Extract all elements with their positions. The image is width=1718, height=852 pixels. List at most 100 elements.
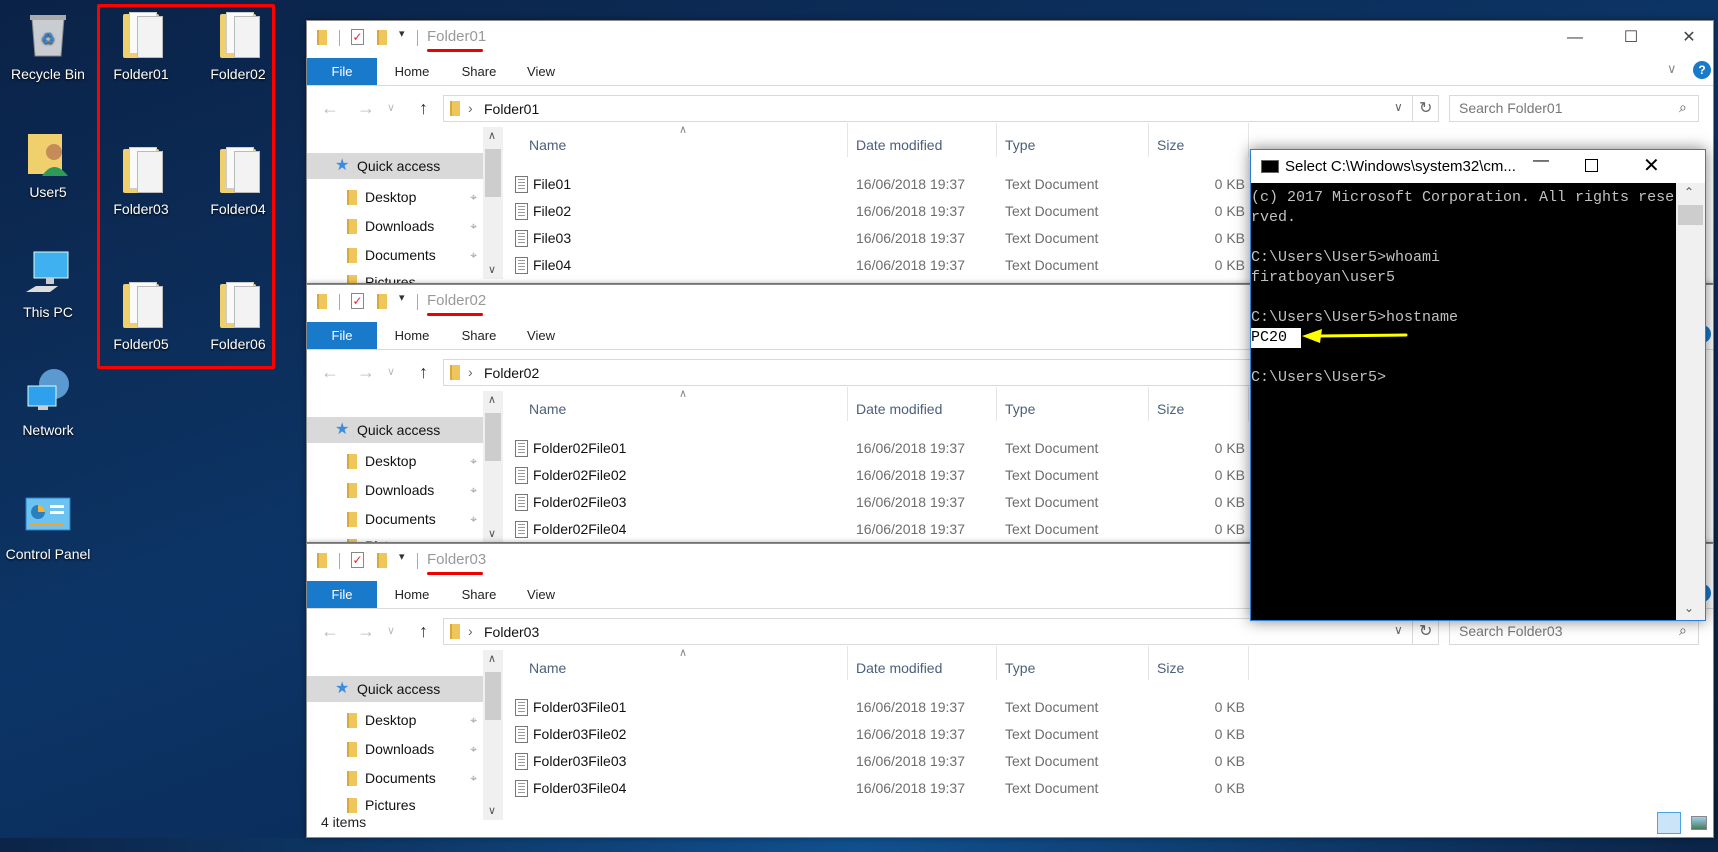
scroll-up-icon[interactable]: ∧ <box>488 129 496 142</box>
cmd-title-bar[interactable]: Select C:\Windows\system32\cm... — ✕ <box>1251 150 1705 183</box>
scroll-thumb[interactable] <box>485 413 501 461</box>
column-separator[interactable] <box>1148 387 1149 421</box>
column-header-name[interactable]: Name <box>529 401 566 417</box>
properties-icon[interactable]: ✓ <box>351 552 364 568</box>
column-separator[interactable] <box>996 123 997 157</box>
file-row[interactable]: Folder03File03 16/06/2018 19:37 Text Docum… <box>503 749 1263 774</box>
properties-icon[interactable]: ✓ <box>351 293 364 309</box>
desktop-icon-network[interactable]: Network <box>0 366 96 438</box>
nav-scrollbar[interactable]: ∧ ∨ <box>483 127 503 279</box>
file-row[interactable]: Folder03File02 16/06/2018 19:37 Text Docum… <box>503 722 1263 747</box>
column-separator[interactable] <box>1248 123 1249 157</box>
scroll-down-icon[interactable]: ∨ <box>488 263 496 276</box>
scroll-up-icon[interactable]: ⌃ <box>1684 185 1694 199</box>
column-header-size[interactable]: Size <box>1157 401 1184 417</box>
navigation-pane[interactable]: ★ Quick access ⌖ Desktop ⌖ Downloads ⌖ Document… <box>307 391 483 542</box>
file-row[interactable]: File01 16/06/2018 19:37 Text Document 0 KB <box>503 172 1263 197</box>
nav-item-pictures[interactable]: Pictures <box>307 533 483 542</box>
up-button[interactable]: ↑ <box>419 95 428 121</box>
maximize-button[interactable]: ☐ <box>1611 25 1651 51</box>
column-header-name[interactable]: Name <box>529 137 566 153</box>
nav-item-quick-access[interactable]: ★ Quick access <box>307 417 483 443</box>
new-folder-icon[interactable] <box>377 30 387 45</box>
column-separator[interactable] <box>847 387 848 421</box>
nav-item-desktop[interactable]: ⌖ Desktop <box>307 448 483 474</box>
column-header-type[interactable]: Type <box>1005 137 1035 153</box>
column-separator[interactable] <box>1148 123 1149 157</box>
nav-item-downloads[interactable]: ⌖ Downloads <box>307 213 483 239</box>
cmd-window[interactable]: Select C:\Windows\system32\cm... — ✕ (c)… <box>1250 149 1706 621</box>
file-row[interactable]: File03 16/06/2018 19:37 Text Document 0 KB <box>503 226 1263 251</box>
details-view-button[interactable] <box>1657 812 1681 834</box>
pin-icon[interactable]: ⌖ <box>470 506 477 532</box>
tab-view[interactable]: View <box>511 322 571 349</box>
back-button[interactable]: ← <box>321 618 339 644</box>
minimize-button[interactable]: — <box>1555 25 1595 51</box>
column-header-name[interactable]: Name <box>529 660 566 676</box>
file-row[interactable]: Folder03File01 16/06/2018 19:37 Text Docum… <box>503 695 1263 720</box>
navigation-pane[interactable]: ★ Quick access ⌖ Desktop ⌖ Downloads ⌖ Document… <box>307 650 483 813</box>
customize-qat-icon[interactable]: ▾ <box>399 291 405 304</box>
search-icon[interactable]: ⌕ <box>1679 99 1687 116</box>
nav-item-pictures[interactable]: Pictures <box>307 269 483 283</box>
recent-locations-button[interactable]: ∨ <box>387 95 395 121</box>
tab-home[interactable]: Home <box>382 581 442 608</box>
pin-icon[interactable]: ⌖ <box>470 242 477 268</box>
column-separator[interactable] <box>847 123 848 157</box>
nav-scrollbar[interactable]: ∧ ∨ <box>483 391 503 542</box>
refresh-icon[interactable]: ↻ <box>1419 621 1432 641</box>
nav-item-desktop[interactable]: ⌖ Desktop <box>307 184 483 210</box>
file-row[interactable]: Folder02File01 16/06/2018 19:37 Text Docum… <box>503 436 1263 461</box>
up-button[interactable]: ↑ <box>419 359 428 385</box>
search-box[interactable]: Search Folder01 <box>1449 95 1699 122</box>
tab-share[interactable]: Share <box>449 581 509 608</box>
column-header-size[interactable]: Size <box>1157 660 1184 676</box>
tab-view[interactable]: View <box>511 58 571 85</box>
scroll-thumb[interactable] <box>485 149 501 197</box>
tab-file[interactable]: File <box>307 322 377 349</box>
file-row[interactable]: Folder02File02 16/06/2018 19:37 Text Docum… <box>503 463 1263 488</box>
scroll-up-icon[interactable]: ∧ <box>488 393 496 406</box>
tab-file[interactable]: File <box>307 581 377 608</box>
minimize-button[interactable]: — <box>1523 152 1559 170</box>
column-separator[interactable] <box>847 646 848 680</box>
file-row[interactable]: File04 16/06/2018 19:37 Text Document 0 KB <box>503 253 1263 278</box>
file-row[interactable]: Folder02File03 16/06/2018 19:37 Text Docum… <box>503 490 1263 515</box>
search-box[interactable]: Search Folder03 <box>1449 618 1699 645</box>
maximize-button[interactable] <box>1585 159 1598 172</box>
nav-item-downloads[interactable]: ⌖ Downloads <box>307 477 483 503</box>
tab-share[interactable]: Share <box>449 322 509 349</box>
column-separator[interactable] <box>996 646 997 680</box>
tab-file[interactable]: File <box>307 58 377 85</box>
help-icon[interactable]: ? <box>1693 61 1711 79</box>
column-separator[interactable] <box>1248 387 1249 421</box>
close-button[interactable]: ✕ <box>1669 25 1709 51</box>
recent-locations-button[interactable]: ∨ <box>387 618 395 644</box>
new-folder-icon[interactable] <box>377 553 387 568</box>
pin-icon[interactable]: ⌖ <box>470 477 477 503</box>
scroll-thumb[interactable] <box>1678 205 1703 225</box>
nav-item-quick-access[interactable]: ★ Quick access <box>307 676 483 702</box>
close-button[interactable]: ✕ <box>1643 153 1660 178</box>
back-button[interactable]: ← <box>321 359 339 385</box>
scroll-up-icon[interactable]: ∧ <box>488 652 496 665</box>
tab-view[interactable]: View <box>511 581 571 608</box>
scroll-down-icon[interactable]: ⌄ <box>1684 601 1694 615</box>
cmd-scrollbar[interactable]: ⌃ ⌄ <box>1676 183 1705 620</box>
column-separator[interactable] <box>996 387 997 421</box>
scroll-thumb[interactable] <box>485 672 501 720</box>
large-icons-view-button[interactable] <box>1691 816 1707 830</box>
pin-icon[interactable]: ⌖ <box>470 213 477 239</box>
collapse-ribbon-icon[interactable]: ∨ <box>1667 61 1677 77</box>
pin-icon[interactable]: ⌖ <box>470 184 477 210</box>
tab-home[interactable]: Home <box>382 322 442 349</box>
customize-qat-icon[interactable]: ▾ <box>399 27 405 40</box>
customize-qat-icon[interactable]: ▾ <box>399 550 405 563</box>
nav-item-documents[interactable]: ⌖ Documents <box>307 242 483 268</box>
nav-item-downloads[interactable]: ⌖ Downloads <box>307 736 483 762</box>
address-dropdown-icon[interactable]: ∨ <box>1394 100 1403 114</box>
column-separator[interactable] <box>1248 646 1249 680</box>
pin-icon[interactable]: ⌖ <box>470 765 477 791</box>
column-header-date[interactable]: Date modified <box>856 401 942 417</box>
search-icon[interactable]: ⌕ <box>1679 622 1687 639</box>
